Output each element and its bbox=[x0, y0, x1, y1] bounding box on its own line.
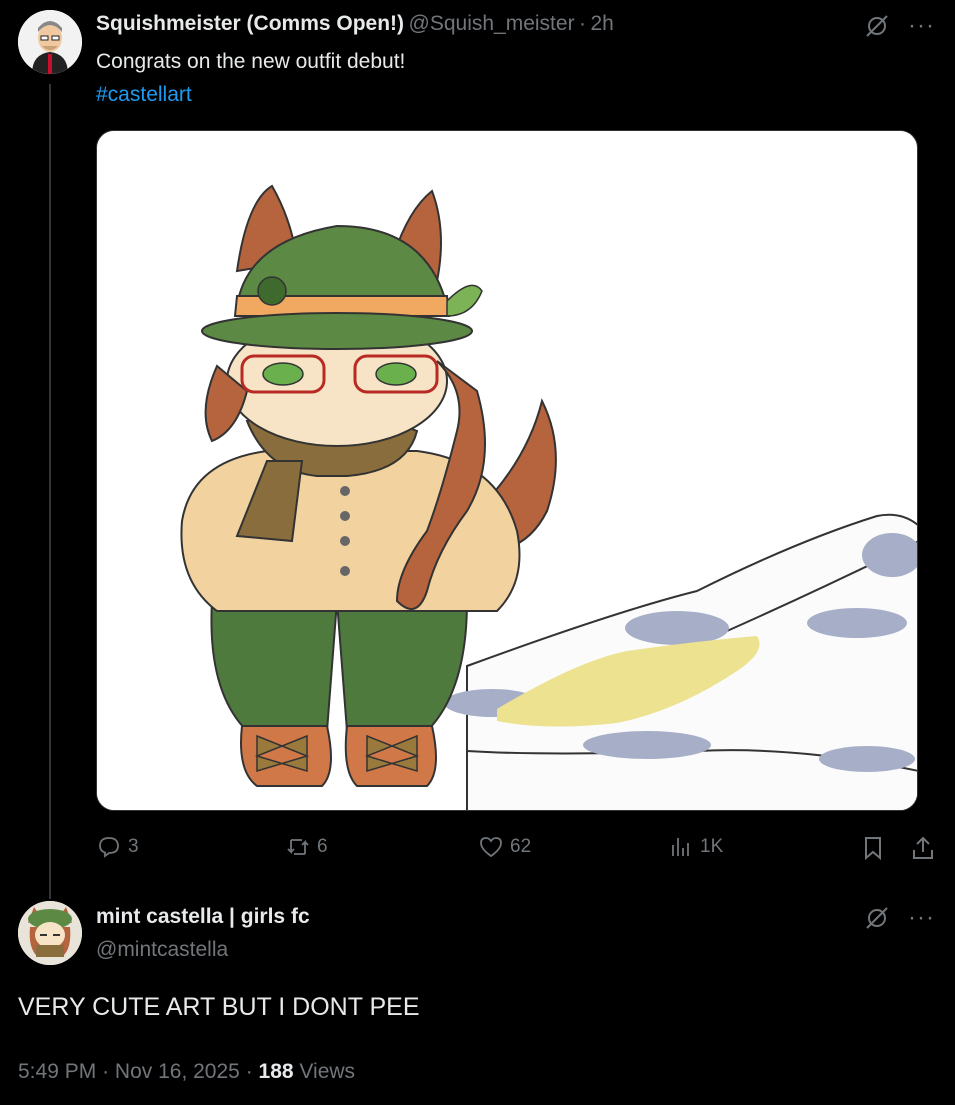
share-icon bbox=[913, 836, 933, 859]
reply-count: 3 bbox=[128, 836, 139, 857]
reply-button[interactable]: 3 bbox=[96, 834, 139, 860]
bookmark-icon bbox=[865, 837, 881, 861]
views-label: Views bbox=[299, 1060, 356, 1083]
reply-author-handle[interactable]: @mintcastella bbox=[96, 938, 228, 962]
repost-button[interactable]: 6 bbox=[285, 834, 328, 860]
artwork-illustration bbox=[97, 131, 917, 810]
bookmark-button[interactable] bbox=[860, 835, 886, 866]
post-date[interactable]: Nov 16, 2025 bbox=[115, 1060, 240, 1083]
post-meta: 5:49 PM · Nov 16, 2025 · 188 Views bbox=[18, 1060, 355, 1084]
views-number: 188 bbox=[258, 1060, 294, 1083]
post-text: Congrats on the new outfit debut! bbox=[96, 50, 406, 73]
author-avatar[interactable] bbox=[18, 10, 82, 74]
post-image[interactable] bbox=[96, 130, 918, 811]
post-time[interactable]: 5:49 PM bbox=[18, 1060, 96, 1083]
author-handle[interactable]: @Squish_meister bbox=[409, 12, 575, 35]
header-separator: · bbox=[579, 12, 587, 35]
hashtag-link[interactable]: #castellart bbox=[96, 83, 192, 107]
reply-author-avatar[interactable] bbox=[18, 901, 82, 965]
views-button[interactable]: 1K bbox=[668, 834, 723, 860]
repost-count: 6 bbox=[317, 836, 328, 857]
reply-author-name[interactable]: mint castella | girls fc bbox=[96, 905, 310, 929]
reply-text: VERY CUTE ART BUT I DONT PEE bbox=[18, 993, 420, 1021]
share-button[interactable] bbox=[910, 835, 936, 866]
post-time[interactable]: 2h bbox=[590, 12, 613, 35]
meta-separator: · bbox=[102, 1060, 110, 1083]
views-count: 1K bbox=[700, 836, 724, 857]
author-name[interactable]: Squishmeister (Comms Open!) bbox=[96, 12, 404, 35]
grok-icon bbox=[866, 907, 888, 929]
heart-icon bbox=[480, 837, 502, 858]
post-header: Squishmeister (Comms Open!) @Squish_meis… bbox=[96, 12, 614, 36]
more-button[interactable]: ··· bbox=[908, 12, 935, 40]
like-button[interactable]: 62 bbox=[478, 834, 531, 860]
meta-separator: · bbox=[245, 1060, 253, 1083]
grok-icon bbox=[866, 15, 888, 37]
reply-grok-button[interactable] bbox=[864, 905, 890, 936]
thread-connector bbox=[49, 84, 51, 899]
like-count: 62 bbox=[510, 836, 532, 857]
reply-more-button[interactable]: ··· bbox=[908, 904, 935, 932]
reply-icon bbox=[99, 837, 119, 858]
analytics-icon bbox=[672, 838, 689, 856]
repost-icon bbox=[287, 839, 309, 855]
grok-button[interactable] bbox=[864, 13, 890, 44]
